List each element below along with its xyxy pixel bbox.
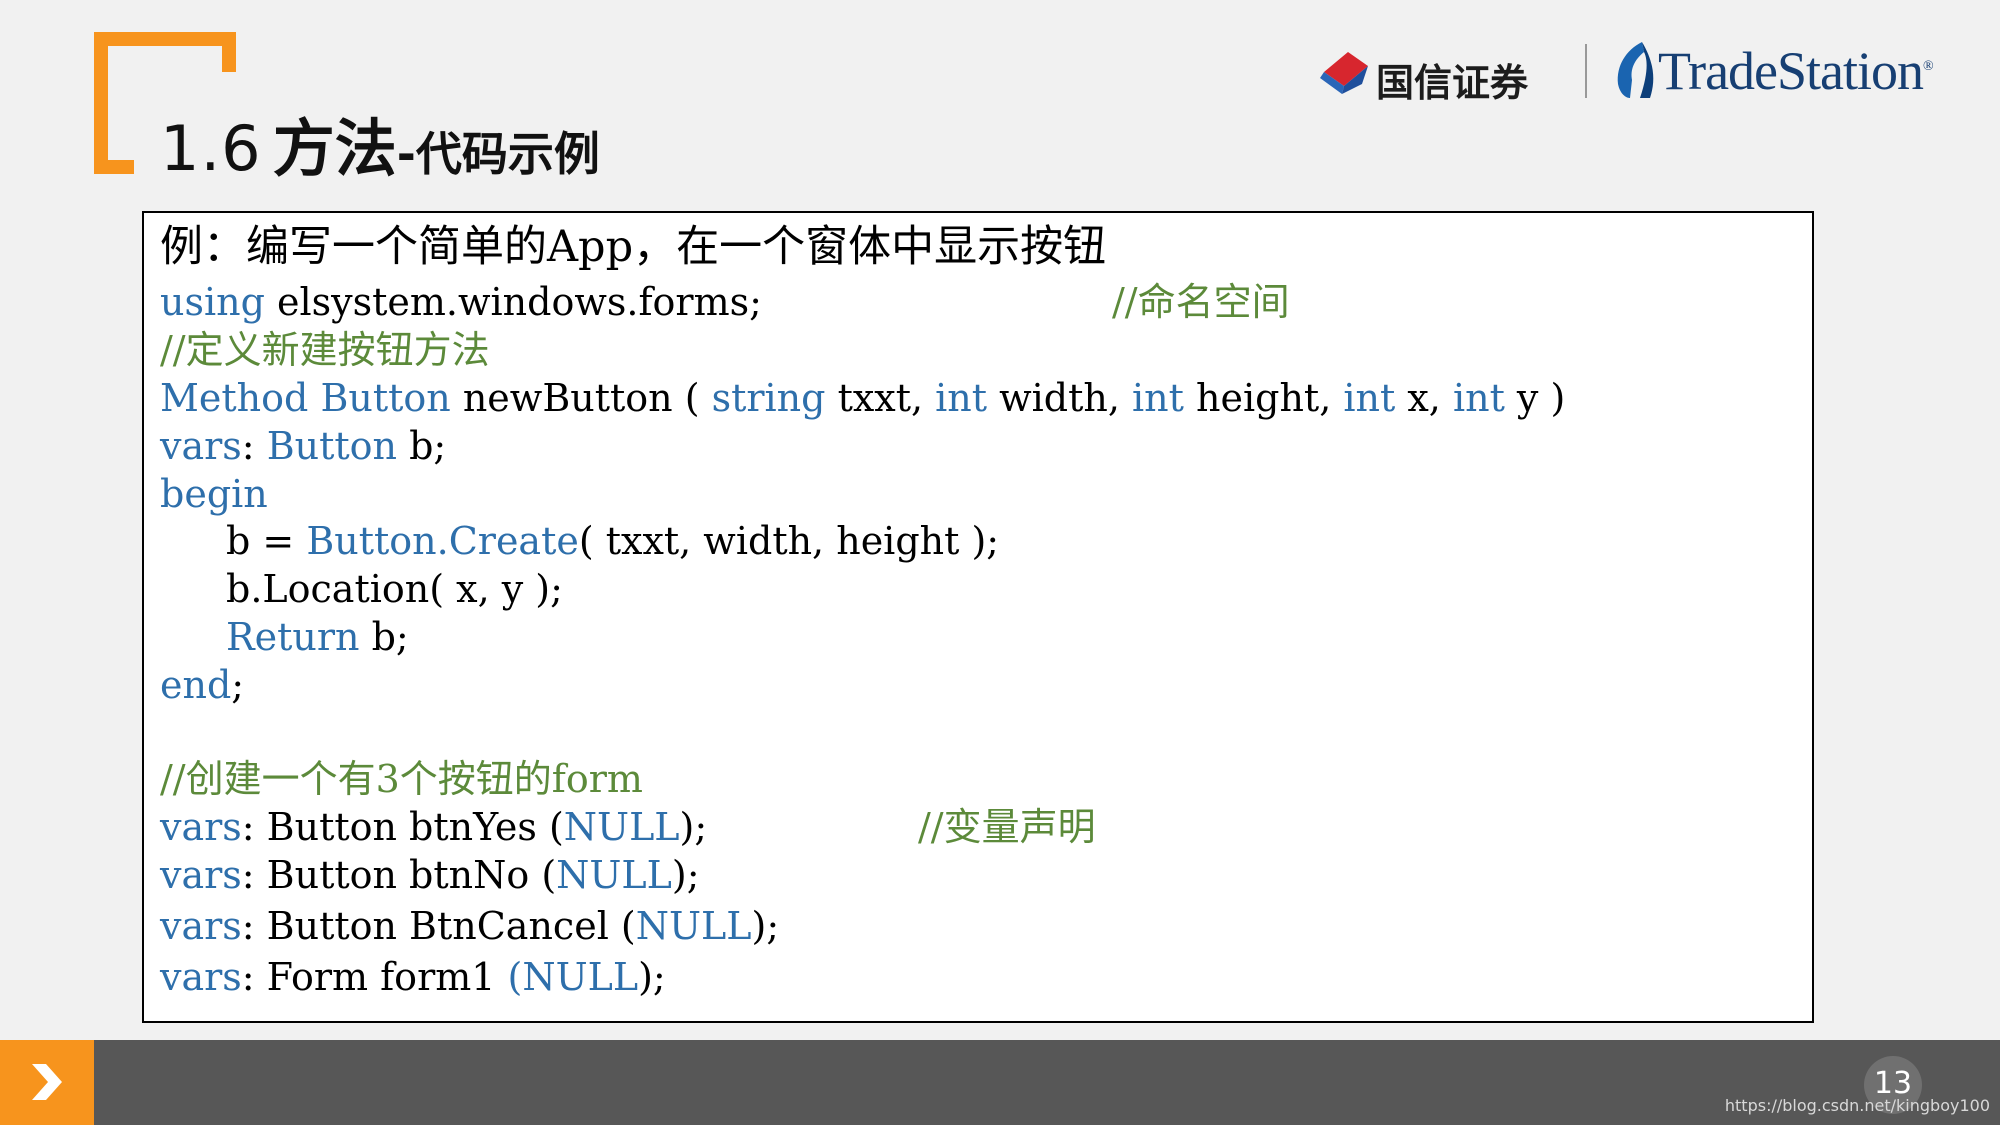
tradestation-logo-icon bbox=[1617, 42, 1654, 98]
code-text: ); bbox=[751, 904, 780, 948]
code-text: : Form form1 bbox=[241, 955, 508, 999]
keyword-int: int bbox=[1452, 376, 1505, 420]
code-line-form1: vars: Form form1 (NULL); bbox=[160, 955, 666, 1000]
keyword-int: int bbox=[935, 376, 988, 420]
code-text: b = bbox=[226, 519, 307, 563]
bracket-top-bar bbox=[94, 32, 236, 46]
keyword-return: Return bbox=[226, 615, 360, 659]
code-text: ; bbox=[231, 663, 245, 707]
title-main: 方法 bbox=[272, 112, 397, 185]
comment-variable-declaration: //变量声明 bbox=[918, 805, 1096, 849]
bracket-right-bar bbox=[222, 32, 236, 72]
code-line-create: b = Button.Create( txxt, width, height )… bbox=[226, 519, 1000, 564]
slide-title: 1.6 方法-代码示例 bbox=[160, 98, 600, 188]
tradestation-wordmark: TradeStation bbox=[1658, 41, 1924, 101]
code-text: : bbox=[241, 424, 267, 468]
code-line-btnno: vars: Button btnNo (NULL); bbox=[160, 853, 700, 898]
code-line-btncancel: vars: Button BtnCancel (NULL); bbox=[160, 904, 780, 949]
code-example-box: 例：编写一个简单的App，在一个窗体中显示按钮 using elsystem.w… bbox=[142, 211, 1814, 1023]
code-text: newButton ( bbox=[450, 376, 712, 420]
bracket-left-bar bbox=[94, 32, 108, 174]
keyword-vars: vars bbox=[160, 904, 242, 948]
tradestation-logo-text: TradeStation® bbox=[1658, 40, 1934, 102]
code-line-vars-b: vars: Button b; bbox=[160, 424, 447, 469]
code-text: width, bbox=[987, 376, 1133, 420]
keyword-null: NULL bbox=[563, 805, 680, 849]
keyword-vars: vars bbox=[160, 955, 242, 999]
code-text: b; bbox=[396, 424, 447, 468]
keyword-vars: vars bbox=[160, 853, 242, 897]
keyword-button: Button bbox=[266, 424, 397, 468]
code-text: : Button btnNo ( bbox=[241, 853, 557, 897]
keyword-int: int bbox=[1132, 376, 1184, 420]
keyword-button-create: Button.Create bbox=[306, 519, 579, 563]
tradestation-logo: TradeStation® bbox=[1612, 36, 1972, 106]
namespace-text: elsystem.windows.forms; bbox=[264, 280, 762, 324]
keyword-using: using bbox=[160, 280, 265, 324]
code-heading: 例：编写一个简单的App，在一个窗体中显示按钮 bbox=[160, 222, 1107, 272]
title-number: 1.6 bbox=[160, 112, 262, 185]
guosen-logo-icon bbox=[1320, 52, 1368, 94]
guosen-logo-text: 国信证券 bbox=[1376, 61, 1529, 105]
registered-mark: ® bbox=[1923, 59, 1934, 74]
comment-create-form: //创建一个有3个按钮的form bbox=[160, 757, 643, 801]
code-text: b; bbox=[359, 615, 409, 659]
code-line-return: Return b; bbox=[226, 615, 409, 660]
code-line-btnyes: vars: Button btnYes (NULL); bbox=[160, 805, 708, 850]
keyword-begin: begin bbox=[160, 472, 268, 516]
title-sub: -代码示例 bbox=[396, 127, 600, 181]
footer-arrow-button[interactable] bbox=[0, 1040, 94, 1125]
keyword-end: end bbox=[160, 663, 232, 707]
code-line-using: using elsystem.windows.forms; bbox=[160, 280, 762, 325]
keyword-null: NULL bbox=[556, 853, 672, 897]
code-line-end: end; bbox=[160, 663, 245, 708]
code-text: y ) bbox=[1504, 376, 1566, 420]
comment-namespace: //命名空间 bbox=[1112, 280, 1290, 324]
code-text: ); bbox=[679, 805, 708, 849]
keyword-button: Button bbox=[320, 376, 451, 420]
code-text: ); bbox=[671, 853, 700, 897]
code-text: x, bbox=[1395, 376, 1453, 420]
keyword-int: int bbox=[1343, 376, 1396, 420]
keyword-method: Method bbox=[160, 376, 309, 420]
keyword-vars: vars bbox=[160, 805, 242, 849]
code-text: txxt, bbox=[825, 376, 936, 420]
code-line-location: b.Location( x, y ); bbox=[226, 567, 563, 611]
code-text: height, bbox=[1183, 376, 1344, 420]
source-watermark: https://blog.csdn.net/kingboy100 bbox=[1724, 1096, 1990, 1115]
keyword-vars: vars bbox=[160, 424, 242, 468]
comment-define-method: //定义新建按钮方法 bbox=[160, 328, 490, 372]
guosen-logo: 国信证券 bbox=[1318, 44, 1568, 105]
code-line-method-signature: Method Button newButton ( string txxt, i… bbox=[160, 376, 1566, 421]
code-text: ); bbox=[638, 955, 666, 999]
logo-divider bbox=[1585, 44, 1587, 98]
keyword-null: (NULL bbox=[507, 955, 639, 999]
keyword-null: NULL bbox=[635, 904, 752, 948]
keyword-string: string bbox=[711, 376, 826, 420]
code-text: : Button BtnCancel ( bbox=[241, 904, 636, 948]
bracket-bottom-bar bbox=[94, 160, 134, 174]
code-text: ( txxt, width, height ); bbox=[578, 519, 1000, 563]
footer-bar: 13 https://blog.csdn.net/kingboy100 bbox=[0, 1040, 2000, 1125]
chevron-right-icon bbox=[32, 1064, 62, 1100]
code-text: : Button btnYes ( bbox=[241, 805, 564, 849]
